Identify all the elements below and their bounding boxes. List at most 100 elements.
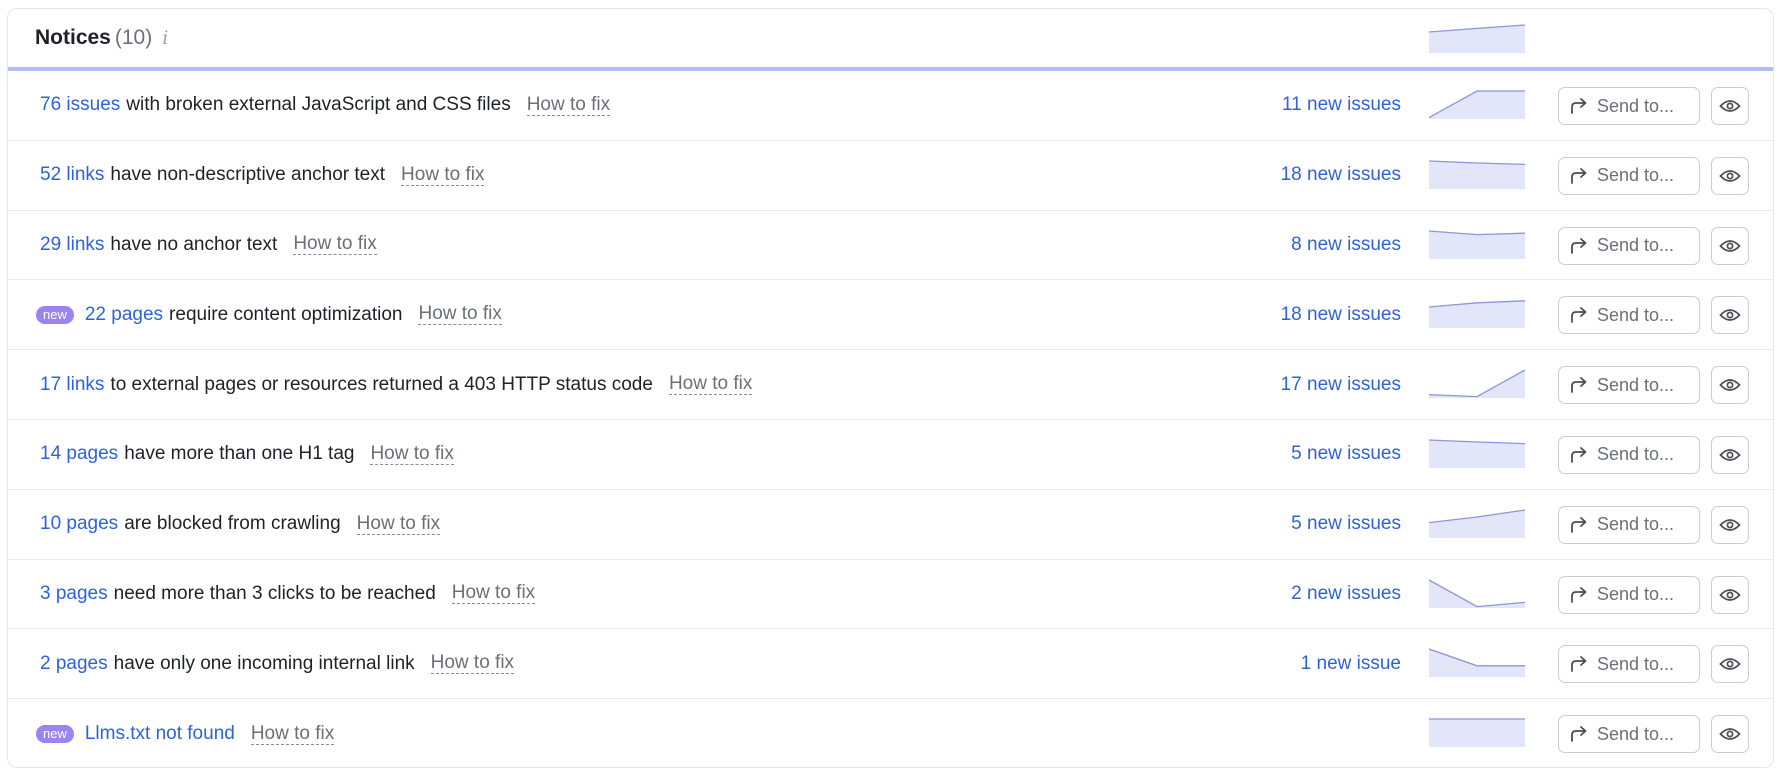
trend-sparkline: [1429, 369, 1525, 399]
how-to-fix-link[interactable]: How to fix: [451, 583, 536, 605]
new-issues-link[interactable]: 8 new issues: [1291, 211, 1401, 280]
forward-arrow-icon: [1571, 167, 1587, 184]
view-button[interactable]: [1711, 505, 1749, 544]
send-to-button[interactable]: Send to...: [1558, 645, 1700, 684]
sparkline-area: [1429, 719, 1525, 748]
forward-arrow-icon: [1571, 307, 1587, 324]
how-to-fix-link[interactable]: How to fix: [401, 164, 485, 186]
notice-row: 52 links have non-descriptive anchor text…: [8, 141, 1773, 211]
notice-row: 2 pages have only one incoming internal l…: [8, 629, 1773, 700]
new-issues-link[interactable]: 18 new issues: [1281, 280, 1401, 349]
new-badge: new: [36, 725, 74, 744]
notices-list: 76 issues with broken external JavaScript…: [8, 71, 1773, 767]
eye-icon: [1719, 658, 1741, 671]
send-to-label: Send to...: [1597, 723, 1675, 744]
notice-text: 52 links have non-descriptive anchor text…: [40, 141, 485, 210]
send-to-button[interactable]: Send to...: [1558, 435, 1700, 474]
issue-description: to external pages or resources returned …: [110, 373, 653, 395]
notice-row: 29 links have no anchor text How to fix 8 n…: [8, 211, 1773, 281]
view-button[interactable]: [1711, 715, 1749, 754]
notice-text: 10 pages are blocked from crawling How to …: [40, 490, 441, 559]
forward-arrow-icon: [1571, 377, 1587, 394]
view-button[interactable]: [1711, 226, 1749, 265]
notice-text: 17 links to external pages or resources r…: [40, 350, 753, 419]
send-to-label: Send to...: [1597, 514, 1675, 535]
how-to-fix-link[interactable]: How to fix: [668, 374, 753, 396]
forward-arrow-icon: [1571, 516, 1587, 533]
send-to-button[interactable]: Send to...: [1558, 575, 1700, 614]
issue-count-link[interactable]: 2 pages: [40, 653, 108, 675]
eye-icon: [1719, 588, 1741, 601]
view-button[interactable]: [1711, 366, 1749, 405]
view-button[interactable]: [1711, 435, 1749, 474]
send-to-button[interactable]: Send to...: [1558, 715, 1700, 754]
notices-count: (10): [114, 26, 153, 49]
view-button[interactable]: [1711, 645, 1749, 684]
issue-count-link[interactable]: 76 issues: [40, 94, 120, 116]
issue-description: have more than one H1 tag: [124, 443, 355, 465]
how-to-fix-link[interactable]: How to fix: [293, 234, 377, 256]
notice-text: new Llms.txt not found How to fix: [36, 699, 335, 767]
sparkline-area: [1429, 301, 1525, 329]
new-issues-link[interactable]: 11 new issues: [1282, 71, 1401, 140]
issue-count-link[interactable]: 3 pages: [40, 583, 108, 605]
send-to-button[interactable]: Send to...: [1558, 87, 1700, 125]
new-badge: new: [36, 305, 74, 324]
how-to-fix-link[interactable]: How to fix: [370, 443, 454, 465]
how-to-fix-link[interactable]: How to fix: [526, 94, 611, 116]
how-to-fix-link[interactable]: How to fix: [418, 304, 502, 326]
notices-header: Notices (10) i: [8, 9, 1773, 71]
issue-count-link[interactable]: Llms.txt not found: [85, 723, 235, 745]
new-issues-link[interactable]: 18 new issues: [1281, 141, 1401, 210]
issue-description: are blocked from crawling: [124, 513, 341, 535]
issue-count-link[interactable]: 29 links: [40, 234, 104, 256]
how-to-fix-link[interactable]: How to fix: [430, 653, 515, 675]
issue-description: need more than 3 clicks to be reached: [113, 582, 436, 604]
new-issues-link[interactable]: 2 new issues: [1291, 560, 1401, 629]
send-to-button[interactable]: Send to...: [1558, 296, 1700, 335]
eye-icon: [1719, 309, 1741, 322]
issue-count-link[interactable]: 52 links: [40, 164, 104, 186]
send-to-label: Send to...: [1597, 584, 1675, 605]
sparkline-area: [1429, 91, 1525, 119]
forward-arrow-icon: [1571, 586, 1587, 603]
forward-arrow-icon: [1571, 237, 1587, 254]
new-issues-link[interactable]: 5 new issues: [1291, 420, 1401, 489]
issue-count-link[interactable]: 22 pages: [85, 304, 163, 326]
notice-row: 17 links to external pages or resources r…: [8, 350, 1773, 420]
issue-count-link[interactable]: 14 pages: [40, 443, 118, 465]
view-button[interactable]: [1711, 575, 1749, 614]
eye-icon: [1719, 728, 1741, 741]
notice-text: 29 links have no anchor text How to fix: [40, 211, 377, 280]
send-to-button[interactable]: Send to...: [1558, 156, 1700, 195]
trend-sparkline: [1429, 579, 1525, 608]
notice-row: 14 pages have more than one H1 tag How to …: [8, 420, 1773, 490]
send-to-label: Send to...: [1597, 165, 1675, 186]
sparkline-area: [1429, 160, 1525, 189]
notice-row: new Llms.txt not found How to fix Send to..…: [8, 699, 1773, 767]
sparkline-area: [1429, 370, 1525, 399]
view-button[interactable]: [1711, 156, 1749, 195]
header-trend-sparkline: [1429, 24, 1525, 53]
issue-description: have only one incoming internal link: [113, 652, 415, 674]
how-to-fix-link[interactable]: How to fix: [356, 513, 441, 535]
sparkline-area: [1429, 509, 1525, 538]
notice-text: 14 pages have more than one H1 tag How to …: [40, 420, 454, 489]
eye-icon: [1719, 100, 1741, 112]
notice-text: 3 pages need more than 3 clicks to be rea…: [40, 560, 536, 629]
view-button[interactable]: [1711, 296, 1749, 335]
how-to-fix-link[interactable]: How to fix: [250, 723, 335, 745]
info-icon[interactable]: i: [162, 27, 168, 49]
new-issues-link[interactable]: 5 new issues: [1291, 490, 1401, 559]
notice-row: 10 pages are blocked from crawling How to …: [8, 490, 1773, 560]
notice-row: new 22 pages require content optimization H…: [8, 280, 1773, 351]
send-to-button[interactable]: Send to...: [1558, 366, 1700, 405]
issue-count-link[interactable]: 10 pages: [40, 513, 118, 535]
send-to-button[interactable]: Send to...: [1558, 226, 1700, 265]
new-issues-link[interactable]: 1 new issue: [1301, 629, 1401, 698]
send-to-button[interactable]: Send to...: [1558, 505, 1700, 544]
view-button[interactable]: [1711, 87, 1749, 125]
issue-count-link[interactable]: 17 links: [40, 374, 104, 396]
new-issues-link[interactable]: 17 new issues: [1281, 350, 1401, 419]
forward-arrow-icon: [1571, 726, 1587, 743]
